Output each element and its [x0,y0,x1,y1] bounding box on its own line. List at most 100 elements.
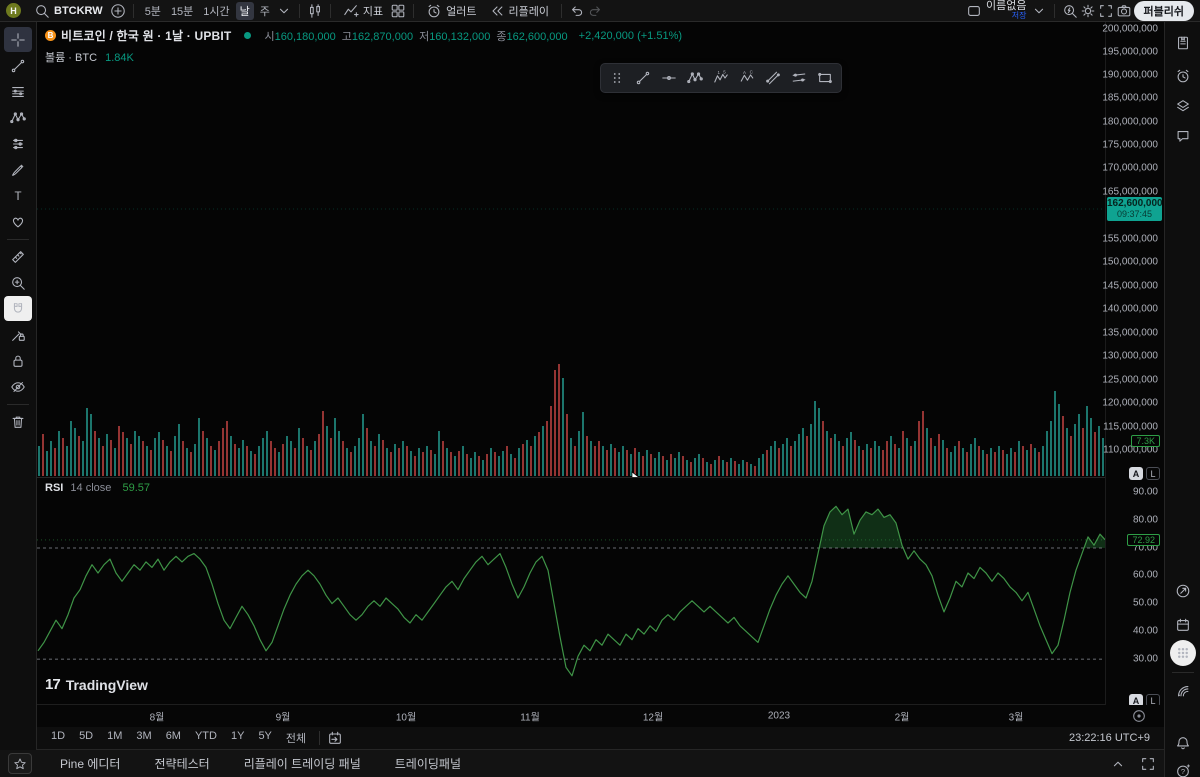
log-scale-button[interactable]: L [1146,467,1160,480]
interval-날[interactable]: 날 [235,1,254,20]
rectangle-icon [817,70,833,86]
tool-text-tool[interactable]: T [4,183,32,208]
indicator-templates-icon[interactable] [390,3,406,19]
tool-trend-line-tool[interactable] [4,53,32,78]
tool-lock-all-drawings[interactable] [4,348,32,373]
sidebar-calendar[interactable] [1169,612,1197,637]
rsi-pane[interactable]: RSI 14 close 59.57 17 TradingView [37,478,1105,705]
publish-button[interactable]: 퍼블리쉬 [1133,0,1194,21]
range-전체[interactable]: 전체 [280,729,312,747]
time-tick-11월: 11월 [520,712,540,724]
sidebar-watchlist[interactable] [1169,30,1197,55]
float-flat-channel[interactable] [787,66,811,90]
rsi-legend[interactable]: RSI 14 close 59.57 [45,482,150,494]
tool-emoji-tool[interactable] [4,209,32,234]
range-1Y[interactable]: 1Y [225,729,250,747]
snapshot-camera-icon[interactable] [1116,3,1132,19]
market-status-dot[interactable] [244,32,252,39]
replay-button[interactable]: 리플레이 [484,2,554,20]
panel-maximize-icon[interactable] [1140,756,1156,772]
tool-fib-retracement-tool[interactable] [4,79,32,104]
sidebar-apps[interactable] [1170,640,1196,666]
axis-tick: 90.00 [1132,486,1158,498]
chevron-down-icon[interactable] [276,3,292,19]
float-elliott-wave[interactable]: 15 [709,66,733,90]
float-trend-line[interactable] [631,66,655,90]
tool-remove-all-drawings[interactable] [4,409,32,434]
goto-date-icon[interactable] [327,730,343,746]
range-5D[interactable]: 5D [73,729,99,747]
tool-zoom-in-tool[interactable] [4,270,32,295]
bottom-tab[interactable]: 리플레이 트레이딩 패널 [244,755,361,772]
scroll-to-realtime-icon[interactable] [1131,708,1147,724]
fib-retracement-icon [10,84,26,100]
range-5Y[interactable]: 5Y [252,729,277,747]
tool-stay-in-drawing-mode[interactable] [4,322,32,347]
range-6M[interactable]: 6M [160,729,187,747]
float-parallel-channel[interactable] [761,66,785,90]
separator [561,3,563,18]
sidebar-help[interactable]: ? [1169,758,1197,777]
user-avatar[interactable]: H [6,3,21,18]
settings-gear-icon[interactable] [1080,3,1096,19]
float-rectangle[interactable] [813,66,837,90]
compare-add-icon[interactable] [110,3,126,19]
pane-divider[interactable] [37,477,1164,478]
redo-icon[interactable] [587,3,603,19]
tool-prediction-tool[interactable] [4,131,32,156]
bottom-tab[interactable]: 트레이딩패널 [395,755,461,772]
range-1M[interactable]: 1M [101,729,128,747]
sidebar-notifications[interactable] [1169,730,1197,755]
tool-magnet-tool[interactable] [4,296,32,321]
sidebar-streams[interactable] [1169,678,1197,703]
volume-legend[interactable]: 볼륨 · BTC 1.84K [45,49,682,65]
interval-15분[interactable]: 15분 [167,2,197,20]
bottom-tab[interactable]: Pine 에디터 [60,755,120,772]
search-icon [34,3,50,19]
elliott-wave-icon: 15 [713,70,729,86]
symbol-search-button[interactable]: BTCKRW [29,2,108,20]
sidebar-alerts[interactable] [1169,63,1197,88]
quick-search-icon[interactable] [1062,3,1078,19]
tool-pattern-tool[interactable] [4,105,32,130]
tool-measure-tool[interactable] [4,244,32,269]
symbol-title[interactable]: 비트코인 / 한국 원 · 1날 · UPBIT [61,27,231,44]
float-drag-handle[interactable] [605,66,629,90]
rsi-params: 14 close [70,482,112,494]
tradingview-watermark[interactable]: 17 TradingView [45,676,148,693]
float-xabcd-pattern[interactable] [683,66,707,90]
interval-5분[interactable]: 5분 [141,2,165,20]
float-horizontal-line[interactable] [657,66,681,90]
undo-icon[interactable] [569,3,585,19]
time-axis[interactable]: 8월 9월 10월 11월 12월 2023 2월 3월 [37,705,1164,727]
main-chart-pane[interactable]: B 비트코인 / 한국 원 · 1날 · UPBIT 시160,180,000 고… [37,22,1105,485]
panel-expand-icon[interactable] [1110,756,1126,772]
float-abc-pattern[interactable]: AC [735,66,759,90]
sidebar-object-tree[interactable] [1169,93,1197,118]
tool-cursor-crosshair[interactable] [4,27,32,52]
indicators-button[interactable]: 지표 [338,2,388,20]
layout-chevron-icon[interactable] [1031,3,1047,19]
layout-select-icon[interactable] [966,3,982,19]
auto-scale-button[interactable]: A [1129,467,1143,480]
favorites-toolbar-toggle[interactable] [8,753,32,774]
save-link[interactable]: 저장 [1012,11,1027,20]
bottom-tab[interactable]: 전략테스터 [154,755,209,772]
tool-brush-tool[interactable] [4,157,32,182]
tool-hide-all-drawings[interactable] [4,374,32,399]
clock-utc[interactable]: 23:22:16 UTC+9 [1069,732,1150,744]
layout-name-block[interactable]: 이름없음 저장 [986,0,1027,20]
sidebar-ideas[interactable] [1169,578,1197,603]
price-axis[interactable]: 200,000,000 195,000,000 190,000,000 185,000… [1102,22,1164,707]
chart-type-icon[interactable] [307,3,323,19]
interval-1시간[interactable]: 1시간 [199,2,233,20]
range-1D[interactable]: 1D [45,729,71,747]
alert-label: 얼러트 [446,5,477,18]
range-YTD[interactable]: YTD [189,729,223,747]
sidebar-chat[interactable] [1169,123,1197,148]
interval-주[interactable]: 주 [256,2,274,20]
alert-button[interactable]: 얼러트 [421,2,481,20]
range-3M[interactable]: 3M [130,729,157,747]
floating-drawing-toolbar[interactable]: 15 AC [600,63,842,93]
fullscreen-icon[interactable] [1098,3,1114,19]
